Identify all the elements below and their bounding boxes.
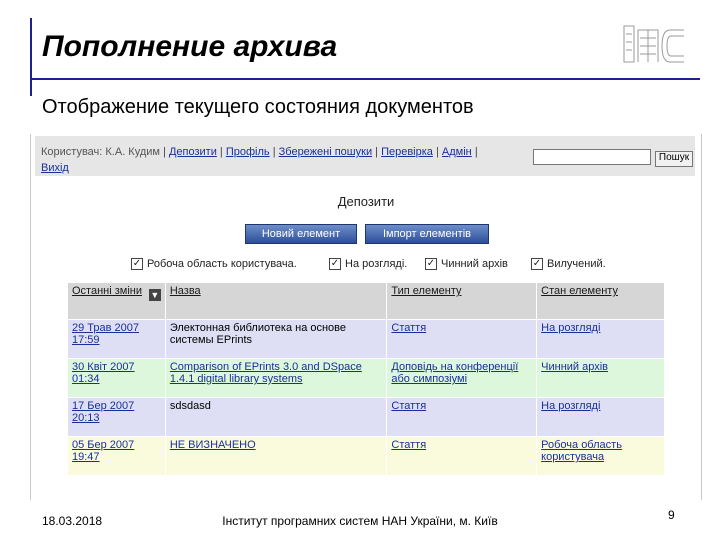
type-link[interactable]: Стаття — [391, 322, 426, 334]
table-row: 30 Квіт 2007 01:34 Comparison of EPrints … — [67, 358, 665, 398]
nav-link-review[interactable]: Перевірка — [381, 146, 433, 158]
cell-state: Робоча область користувача — [536, 436, 665, 476]
nav-link-profile[interactable]: Профіль — [226, 146, 270, 158]
nav-link-logout[interactable]: Вихід — [41, 162, 69, 174]
column-header-item-type[interactable]: Тип елементу — [386, 282, 538, 320]
title-underline-rule — [30, 78, 700, 80]
user-nav: Користувач: К.А. Кудим | Депозити | Проф… — [41, 146, 478, 174]
search-button[interactable]: Пошук — [655, 151, 693, 167]
table-row: 29 Трав 2007 17:59 Электонная библиотека … — [67, 319, 665, 359]
column-header-item-state[interactable]: Стан елементу — [536, 282, 665, 320]
filter-label: Вилучений. — [547, 258, 606, 270]
cell-title: Электонная библиотека на основе системы … — [164, 319, 388, 359]
search-input[interactable] — [533, 149, 651, 165]
filter-label: Робоча область користувача. — [147, 258, 297, 270]
slide-subtitle: Отображение текущего состояния документо… — [42, 96, 474, 118]
cell-title: Comparison of EPrints 3.0 and DSpace 1.4… — [164, 358, 388, 398]
nav-link-admin[interactable]: Адмін — [442, 146, 472, 158]
checkbox-checked-icon[interactable]: ✓ — [329, 258, 341, 270]
filter-label: Чинний архів — [441, 258, 508, 270]
column-header-last-modified[interactable]: ▼ Останні зміни — [67, 282, 166, 320]
state-link[interactable]: Чинний архів — [541, 361, 608, 373]
cell-date[interactable]: 30 Квіт 2007 01:34 — [67, 358, 166, 398]
footer-institution: Інститут програмних систем НАН України, … — [222, 514, 498, 528]
cell-date[interactable]: 05 Бер 2007 19:47 — [67, 436, 166, 476]
cell-state: На розгляді — [536, 397, 665, 437]
state-link[interactable]: Робоча область користувача — [541, 439, 622, 463]
section-title: Депозити — [337, 194, 395, 209]
cell-type: Стаття — [386, 319, 538, 359]
nav-link-saved-searches[interactable]: Збережені пошуки — [279, 146, 372, 158]
cell-date[interactable]: 29 Трав 2007 17:59 — [67, 319, 166, 359]
cell-title: НЕ ВИЗНАЧЕНО — [164, 436, 388, 476]
cell-state: Чинний архів — [536, 358, 665, 398]
filter-label: На розгляді. — [345, 258, 408, 270]
type-link[interactable]: Доповідь на конференції або симпозіумі — [391, 361, 518, 385]
import-items-button[interactable]: Імпорт елементів — [365, 224, 489, 244]
cell-title: sdsdasd — [164, 397, 388, 437]
filter-workarea[interactable]: ✓ Робоча область користувача. — [131, 258, 297, 270]
new-item-button[interactable]: Новий елемент — [245, 224, 357, 244]
table-row: 05 Бер 2007 19:47 НЕ ВИЗНАЧЕНО Стаття Роб… — [67, 436, 665, 476]
nav-link-deposits[interactable]: Депозити — [169, 146, 217, 158]
table-header-row: ▼ Останні зміни Назва Тип елементу Стан е… — [67, 282, 665, 320]
checkbox-checked-icon[interactable]: ✓ — [531, 258, 543, 270]
title-link[interactable]: НЕ ВИЗНАЧЕНО — [170, 439, 256, 451]
imc-logo — [623, 25, 684, 63]
cell-type: Стаття — [386, 436, 538, 476]
filter-under-review[interactable]: ✓ На розгляді. — [329, 258, 407, 270]
cell-type: Стаття — [386, 397, 538, 437]
title-link[interactable]: Comparison of EPrints 3.0 and DSpace 1.4… — [170, 361, 362, 385]
page-number: 9 — [668, 508, 675, 522]
column-header-title[interactable]: Назва — [164, 282, 388, 320]
type-link[interactable]: Стаття — [391, 439, 426, 451]
cell-date[interactable]: 17 Бер 2007 20:13 — [67, 397, 166, 437]
type-link[interactable]: Стаття — [391, 400, 426, 412]
deposits-table: ▼ Останні зміни Назва Тип елементу Стан е… — [67, 282, 665, 476]
title-accent-vertical-rule — [30, 18, 32, 96]
cell-type: Доповідь на конференції або симпозіумі — [386, 358, 538, 398]
checkbox-checked-icon[interactable]: ✓ — [425, 258, 437, 270]
cell-state: На розгляді — [536, 319, 665, 359]
current-user-label: Користувач: К.А. Кудим — [41, 146, 160, 158]
state-link[interactable]: На розгляді — [541, 322, 600, 334]
filter-retired[interactable]: ✓ Вилучений. — [531, 258, 606, 270]
user-toolbar: Користувач: К.А. Кудим | Депозити | Проф… — [35, 136, 695, 176]
state-link[interactable]: На розгляді — [541, 400, 600, 412]
eprints-screenshot: Користувач: К.А. Кудим | Депозити | Проф… — [30, 134, 702, 500]
table-row: 17 Бер 2007 20:13 sdsdasd Стаття На розгл… — [67, 397, 665, 437]
sort-descending-icon[interactable]: ▼ — [148, 289, 161, 301]
checkbox-checked-icon[interactable]: ✓ — [131, 258, 143, 270]
slide-title: Пополнение архива — [42, 30, 338, 63]
filter-live-archive[interactable]: ✓ Чинний архів — [425, 258, 508, 270]
